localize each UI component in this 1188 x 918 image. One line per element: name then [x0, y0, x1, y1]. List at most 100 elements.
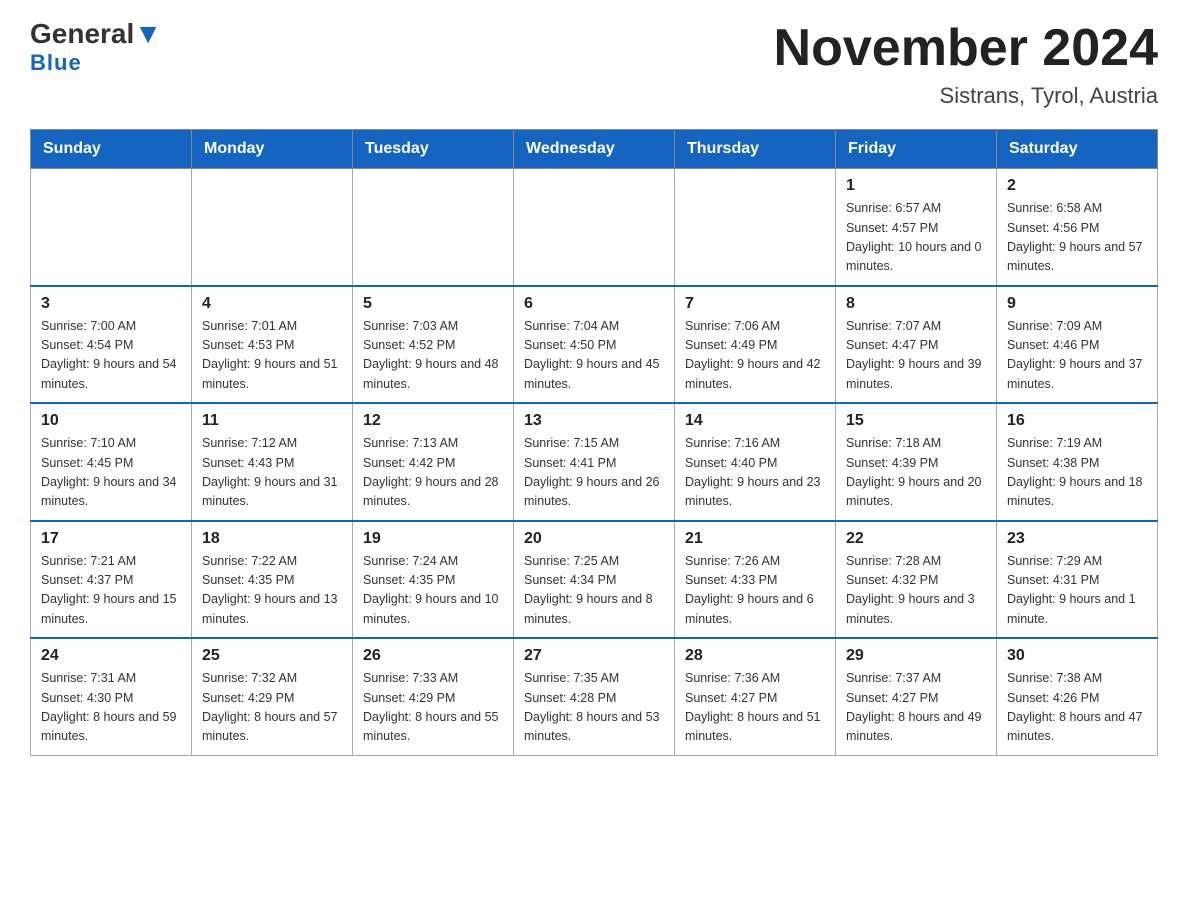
day-info: Sunrise: 7:06 AM Sunset: 4:49 PM Dayligh…: [685, 317, 825, 395]
calendar-week-row: 10 Sunrise: 7:10 AM Sunset: 4:45 PM Dayli…: [31, 403, 1158, 521]
calendar-cell: [514, 169, 675, 286]
day-info: Sunrise: 7:10 AM Sunset: 4:45 PM Dayligh…: [41, 434, 181, 512]
calendar-cell: 2 Sunrise: 6:58 AM Sunset: 4:56 PM Daylig…: [997, 169, 1158, 286]
calendar-cell: 22Sunrise: 7:28 AM Sunset: 4:32 PM Dayli…: [836, 521, 997, 639]
calendar-cell: [31, 169, 192, 286]
calendar-cell: 10 Sunrise: 7:10 AM Sunset: 4:45 PM Dayli…: [31, 403, 192, 521]
day-header-wednesday: Wednesday: [514, 130, 675, 169]
calendar-cell: 25Sunrise: 7:32 AM Sunset: 4:29 PM Dayli…: [192, 638, 353, 755]
day-info: Sunrise: 7:04 AM Sunset: 4:50 PM Dayligh…: [524, 317, 664, 395]
calendar-table: SundayMondayTuesdayWednesdayThursdayFrid…: [30, 129, 1158, 756]
calendar-cell: [353, 169, 514, 286]
calendar-week-row: 24 Sunrise: 7:31 AM Sunset: 4:30 PM Dayli…: [31, 638, 1158, 755]
calendar-cell: 27 Sunrise: 7:35 AM Sunset: 4:28 PM Dayli…: [514, 638, 675, 755]
day-info: Sunrise: 7:29 AM Sunset: 4:31 PM Dayligh…: [1007, 552, 1147, 630]
calendar-cell: 11 Sunrise: 7:12 AM Sunset: 4:43 PM Dayli…: [192, 403, 353, 521]
day-info: Sunrise: 7:33 AM Sunset: 4:29 PM Dayligh…: [363, 669, 503, 747]
day-number: 24: [41, 647, 181, 665]
page-header: General▼ Blue November 2024 Sistrans, Ty…: [30, 20, 1158, 109]
calendar-cell: 17 Sunrise: 7:21 AM Sunset: 4:37 PM Dayli…: [31, 521, 192, 639]
calendar-cell: 18 Sunrise: 7:22 AM Sunset: 4:35 PM Dayli…: [192, 521, 353, 639]
day-info: Sunrise: 7:03 AM Sunset: 4:52 PM Dayligh…: [363, 317, 503, 395]
day-number: 4: [202, 295, 342, 313]
day-number: 18: [202, 530, 342, 548]
day-info: Sunrise: 7:24 AM Sunset: 4:35 PM Dayligh…: [363, 552, 503, 630]
day-info: Sunrise: 7:25 AM Sunset: 4:34 PM Dayligh…: [524, 552, 664, 630]
day-info: Sunrise: 6:58 AM Sunset: 4:56 PM Dayligh…: [1007, 199, 1147, 277]
day-number: 16: [1007, 412, 1147, 430]
day-number: 3: [41, 295, 181, 313]
day-number: 17: [41, 530, 181, 548]
calendar-cell: 4 Sunrise: 7:01 AM Sunset: 4:53 PM Daylig…: [192, 286, 353, 404]
day-number: 27: [524, 647, 664, 665]
day-number: 1: [846, 177, 986, 195]
day-info: Sunrise: 7:19 AM Sunset: 4:38 PM Dayligh…: [1007, 434, 1147, 512]
day-info: Sunrise: 7:13 AM Sunset: 4:42 PM Dayligh…: [363, 434, 503, 512]
day-info: Sunrise: 7:16 AM Sunset: 4:40 PM Dayligh…: [685, 434, 825, 512]
calendar-week-row: 17 Sunrise: 7:21 AM Sunset: 4:37 PM Dayli…: [31, 521, 1158, 639]
calendar-cell: 29 Sunrise: 7:37 AM Sunset: 4:27 PM Dayli…: [836, 638, 997, 755]
day-info: Sunrise: 7:37 AM Sunset: 4:27 PM Dayligh…: [846, 669, 986, 747]
calendar-cell: 30Sunrise: 7:38 AM Sunset: 4:26 PM Dayli…: [997, 638, 1158, 755]
calendar-week-row: 1Sunrise: 6:57 AM Sunset: 4:57 PM Daylig…: [31, 169, 1158, 286]
day-header-friday: Friday: [836, 130, 997, 169]
day-number: 2: [1007, 177, 1147, 195]
calendar-cell: 1Sunrise: 6:57 AM Sunset: 4:57 PM Daylig…: [836, 169, 997, 286]
calendar-header-row: SundayMondayTuesdayWednesdayThursdayFrid…: [31, 130, 1158, 169]
day-number: 9: [1007, 295, 1147, 313]
day-number: 29: [846, 647, 986, 665]
day-number: 22: [846, 530, 986, 548]
day-info: Sunrise: 7:12 AM Sunset: 4:43 PM Dayligh…: [202, 434, 342, 512]
calendar-cell: 12Sunrise: 7:13 AM Sunset: 4:42 PM Dayli…: [353, 403, 514, 521]
day-info: Sunrise: 7:36 AM Sunset: 4:27 PM Dayligh…: [685, 669, 825, 747]
day-info: Sunrise: 7:21 AM Sunset: 4:37 PM Dayligh…: [41, 552, 181, 630]
day-number: 15: [846, 412, 986, 430]
day-header-monday: Monday: [192, 130, 353, 169]
logo-triangle-icon: ▼: [134, 18, 162, 49]
day-info: Sunrise: 7:00 AM Sunset: 4:54 PM Dayligh…: [41, 317, 181, 395]
calendar-cell: 16 Sunrise: 7:19 AM Sunset: 4:38 PM Dayli…: [997, 403, 1158, 521]
day-number: 14: [685, 412, 825, 430]
calendar-cell: 21Sunrise: 7:26 AM Sunset: 4:33 PM Dayli…: [675, 521, 836, 639]
day-info: Sunrise: 7:01 AM Sunset: 4:53 PM Dayligh…: [202, 317, 342, 395]
day-info: Sunrise: 7:32 AM Sunset: 4:29 PM Dayligh…: [202, 669, 342, 747]
calendar-cell: 3 Sunrise: 7:00 AM Sunset: 4:54 PM Daylig…: [31, 286, 192, 404]
calendar-cell: 8 Sunrise: 7:07 AM Sunset: 4:47 PM Daylig…: [836, 286, 997, 404]
calendar-cell: 13Sunrise: 7:15 AM Sunset: 4:41 PM Dayli…: [514, 403, 675, 521]
day-info: Sunrise: 7:22 AM Sunset: 4:35 PM Dayligh…: [202, 552, 342, 630]
day-header-saturday: Saturday: [997, 130, 1158, 169]
calendar-cell: [675, 169, 836, 286]
day-number: 26: [363, 647, 503, 665]
day-number: 8: [846, 295, 986, 313]
day-info: Sunrise: 7:09 AM Sunset: 4:46 PM Dayligh…: [1007, 317, 1147, 395]
calendar-cell: 19Sunrise: 7:24 AM Sunset: 4:35 PM Dayli…: [353, 521, 514, 639]
day-number: 7: [685, 295, 825, 313]
day-info: Sunrise: 7:31 AM Sunset: 4:30 PM Dayligh…: [41, 669, 181, 747]
calendar-cell: 23 Sunrise: 7:29 AM Sunset: 4:31 PM Dayli…: [997, 521, 1158, 639]
logo: General▼ Blue: [30, 20, 162, 76]
day-info: Sunrise: 7:35 AM Sunset: 4:28 PM Dayligh…: [524, 669, 664, 747]
day-number: 6: [524, 295, 664, 313]
calendar-cell: 5 Sunrise: 7:03 AM Sunset: 4:52 PM Daylig…: [353, 286, 514, 404]
logo-text: General▼: [30, 20, 162, 48]
day-number: 5: [363, 295, 503, 313]
day-number: 23: [1007, 530, 1147, 548]
calendar-cell: 20Sunrise: 7:25 AM Sunset: 4:34 PM Dayli…: [514, 521, 675, 639]
calendar-subtitle: Sistrans, Tyrol, Austria: [774, 83, 1158, 109]
calendar-cell: 14 Sunrise: 7:16 AM Sunset: 4:40 PM Dayli…: [675, 403, 836, 521]
day-header-tuesday: Tuesday: [353, 130, 514, 169]
calendar-cell: 28Sunrise: 7:36 AM Sunset: 4:27 PM Dayli…: [675, 638, 836, 755]
calendar-cell: 7 Sunrise: 7:06 AM Sunset: 4:49 PM Daylig…: [675, 286, 836, 404]
day-info: Sunrise: 7:07 AM Sunset: 4:47 PM Dayligh…: [846, 317, 986, 395]
calendar-cell: 15 Sunrise: 7:18 AM Sunset: 4:39 PM Dayli…: [836, 403, 997, 521]
day-number: 10: [41, 412, 181, 430]
calendar-cell: 26 Sunrise: 7:33 AM Sunset: 4:29 PM Dayli…: [353, 638, 514, 755]
day-number: 30: [1007, 647, 1147, 665]
calendar-cell: 6 Sunrise: 7:04 AM Sunset: 4:50 PM Daylig…: [514, 286, 675, 404]
day-number: 11: [202, 412, 342, 430]
day-info: Sunrise: 7:18 AM Sunset: 4:39 PM Dayligh…: [846, 434, 986, 512]
day-number: 21: [685, 530, 825, 548]
day-header-thursday: Thursday: [675, 130, 836, 169]
logo-blue: Blue: [30, 50, 82, 76]
calendar-cell: [192, 169, 353, 286]
